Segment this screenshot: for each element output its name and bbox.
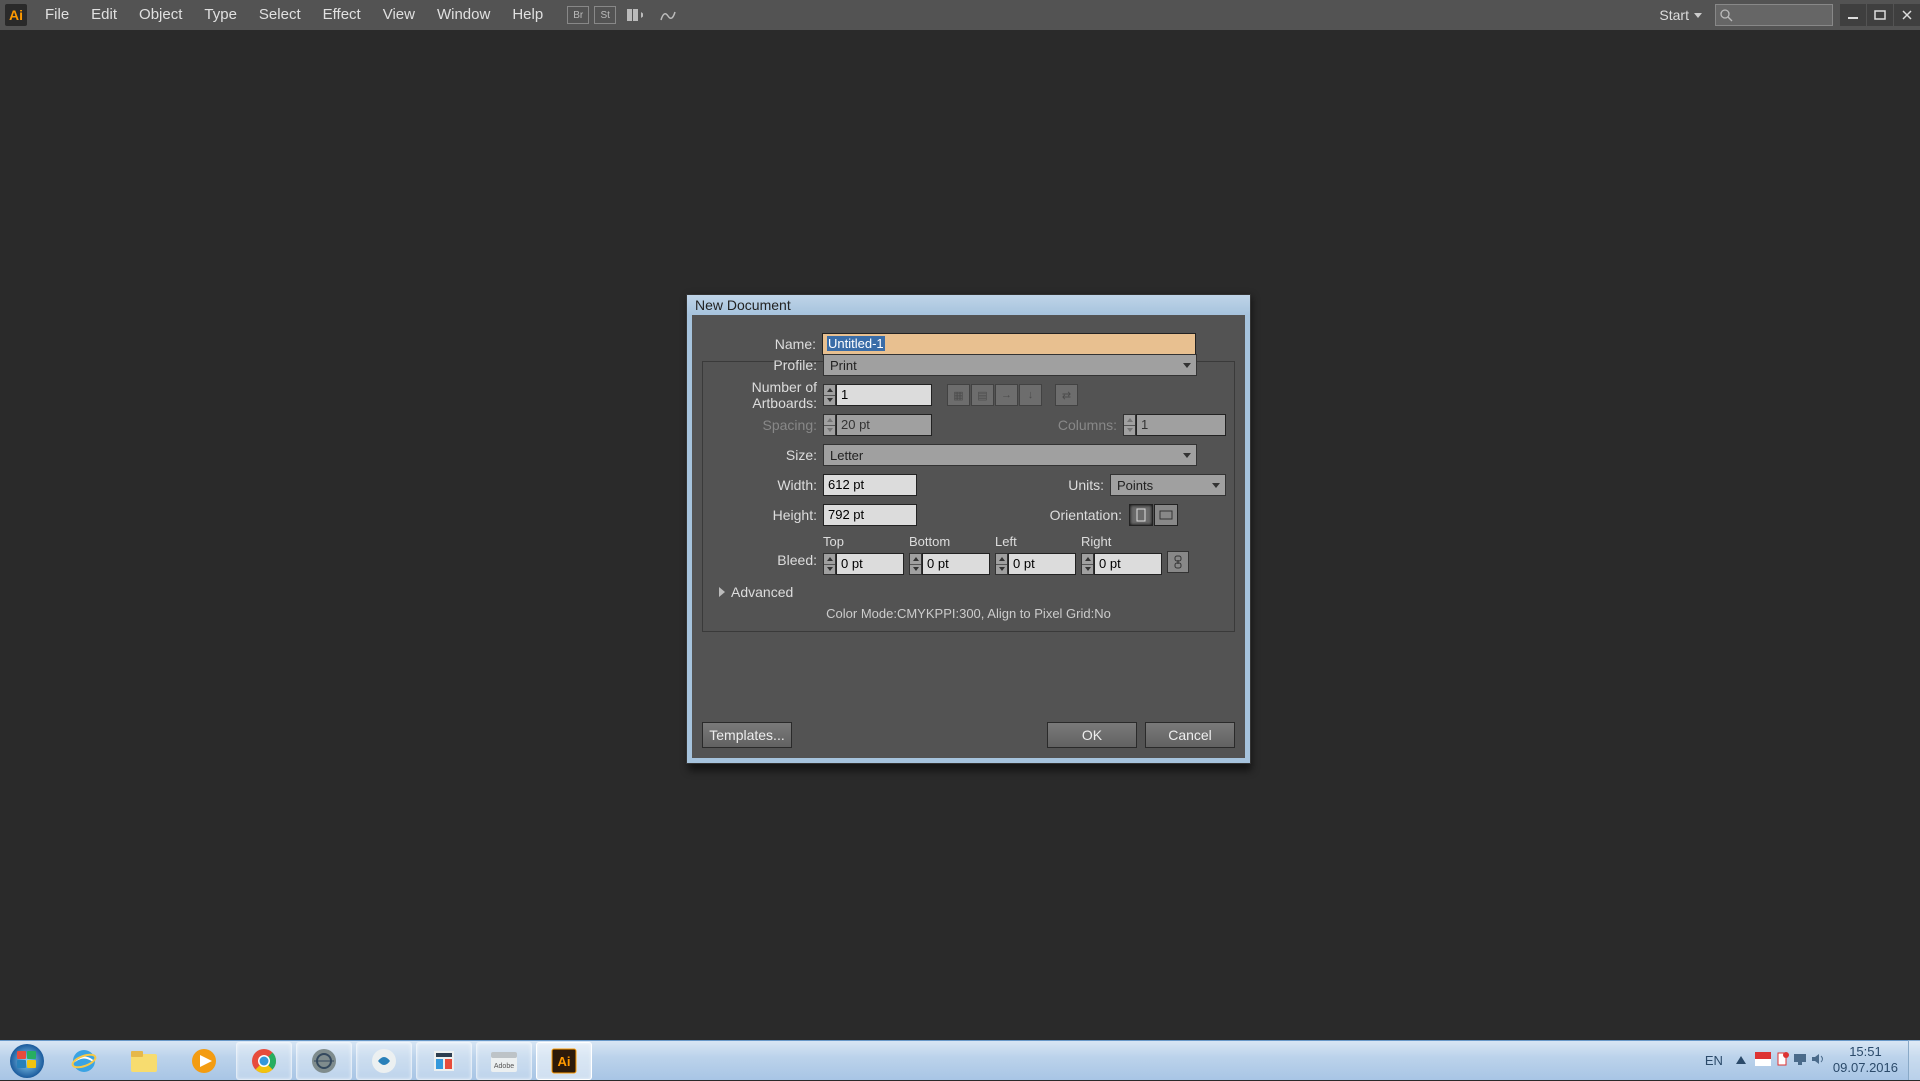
columns-label: Columns: bbox=[1057, 417, 1123, 433]
menu-help[interactable]: Help bbox=[501, 0, 554, 30]
bleed-left-spinner[interactable] bbox=[995, 553, 1008, 575]
arrange-right-icon[interactable]: → bbox=[995, 384, 1018, 406]
menu-select[interactable]: Select bbox=[248, 0, 312, 30]
taskbar: Adobe Ai EN 15:51 09.07.2016 bbox=[0, 1040, 1920, 1080]
show-desktop-button[interactable] bbox=[1908, 1040, 1920, 1080]
menu-effect[interactable]: Effect bbox=[312, 0, 372, 30]
clock[interactable]: 15:51 09.07.2016 bbox=[1833, 1044, 1898, 1075]
arrange-docs-icon[interactable] bbox=[621, 5, 649, 25]
close-button[interactable] bbox=[1894, 4, 1920, 26]
mode-info: Color Mode:CMYKPPI:300, Align to Pixel G… bbox=[711, 606, 1226, 621]
show-hidden-icons[interactable] bbox=[1733, 1052, 1749, 1068]
taskbar-media-player[interactable] bbox=[176, 1042, 232, 1080]
dialog-title: New Document bbox=[687, 295, 1250, 315]
profile-label: Profile: bbox=[711, 357, 823, 373]
templates-button[interactable]: Templates... bbox=[702, 722, 792, 748]
size-label: Size: bbox=[711, 447, 823, 463]
bleed-top-spinner[interactable] bbox=[823, 553, 836, 575]
name-label: Name: bbox=[700, 336, 822, 352]
name-input[interactable]: Untitled-1 bbox=[822, 333, 1196, 355]
menu-type[interactable]: Type bbox=[193, 0, 248, 30]
app-logo: Ai bbox=[5, 4, 27, 26]
units-dropdown[interactable]: Points bbox=[1110, 474, 1226, 496]
minimize-button[interactable] bbox=[1840, 4, 1866, 26]
size-dropdown[interactable]: Letter bbox=[823, 444, 1197, 466]
width-input[interactable]: 612 pt bbox=[823, 474, 917, 496]
bleed-top-label: Top bbox=[823, 534, 904, 549]
bleed-bottom-label: Bottom bbox=[909, 534, 990, 549]
taskbar-app-1[interactable] bbox=[296, 1042, 352, 1080]
taskbar-app-2[interactable] bbox=[356, 1042, 412, 1080]
bleed-right-spinner[interactable] bbox=[1081, 553, 1094, 575]
orientation-landscape-button[interactable] bbox=[1154, 504, 1178, 526]
start-button[interactable] bbox=[0, 1041, 54, 1081]
menu-view[interactable]: View bbox=[372, 0, 426, 30]
bleed-bottom-input[interactable]: 0 pt bbox=[922, 553, 990, 575]
bridge-icon[interactable]: Br bbox=[567, 6, 589, 24]
svg-text:Adobe: Adobe bbox=[494, 1063, 514, 1070]
height-input[interactable]: 792 pt bbox=[823, 504, 917, 526]
taskbar-illustrator[interactable]: Ai bbox=[536, 1042, 592, 1080]
artboards-label: Number of Artboards: bbox=[711, 379, 823, 411]
spacing-label: Spacing: bbox=[711, 417, 823, 433]
search-icon bbox=[1719, 8, 1733, 22]
profile-dropdown[interactable]: Print bbox=[823, 354, 1197, 376]
menubar: Ai File Edit Object Type Select Effect V… bbox=[0, 0, 1920, 30]
arrange-down-icon[interactable]: ↓ bbox=[1019, 384, 1042, 406]
bleed-right-input[interactable]: 0 pt bbox=[1094, 553, 1162, 575]
bleed-label: Bleed: bbox=[711, 552, 823, 568]
artboards-spinner[interactable] bbox=[823, 384, 836, 406]
columns-input: 1 bbox=[1136, 414, 1226, 436]
taskbar-app-3[interactable] bbox=[416, 1042, 472, 1080]
gpu-perf-icon[interactable] bbox=[654, 5, 682, 25]
maximize-button[interactable] bbox=[1867, 4, 1893, 26]
new-document-dialog: New Document Name: Untitled-1 Profile: P… bbox=[686, 294, 1251, 764]
height-label: Height: bbox=[711, 507, 823, 523]
menu-file[interactable]: File bbox=[34, 0, 80, 30]
grid-by-row-icon[interactable]: ▦ bbox=[947, 384, 970, 406]
columns-spinner bbox=[1123, 414, 1136, 436]
search-input[interactable] bbox=[1715, 4, 1833, 26]
link-bleed-button[interactable] bbox=[1167, 551, 1189, 573]
grid-by-col-icon[interactable]: ▤ bbox=[971, 384, 994, 406]
tray-network-icon[interactable] bbox=[1793, 1052, 1807, 1069]
taskbar-ie[interactable] bbox=[56, 1042, 112, 1080]
menu-edit[interactable]: Edit bbox=[80, 0, 128, 30]
orientation-label: Orientation: bbox=[1042, 507, 1128, 523]
stock-icon[interactable]: St bbox=[594, 6, 616, 24]
workspace-switcher[interactable]: Start bbox=[1651, 7, 1710, 23]
svg-text:Ai: Ai bbox=[558, 1054, 571, 1069]
rtl-arrange-icon[interactable]: ⇄ bbox=[1055, 384, 1078, 406]
spacing-spinner bbox=[823, 414, 836, 436]
top-right-controls: Start bbox=[1651, 0, 1920, 30]
units-label: Units: bbox=[1060, 477, 1110, 493]
orientation-portrait-button[interactable] bbox=[1129, 504, 1153, 526]
ok-button[interactable]: OK bbox=[1047, 722, 1137, 748]
tray-volume-icon[interactable] bbox=[1811, 1052, 1825, 1069]
advanced-toggle[interactable]: Advanced bbox=[719, 584, 1226, 600]
bleed-right-label: Right bbox=[1081, 534, 1162, 549]
bleed-left-label: Left bbox=[995, 534, 1076, 549]
width-label: Width: bbox=[711, 477, 823, 493]
language-indicator[interactable]: EN bbox=[1705, 1053, 1723, 1068]
spacing-input: 20 pt bbox=[836, 414, 932, 436]
cancel-button[interactable]: Cancel bbox=[1145, 722, 1235, 748]
menu-window[interactable]: Window bbox=[426, 0, 501, 30]
tray-action-center-icon[interactable] bbox=[1775, 1052, 1789, 1069]
artboards-input[interactable]: 1 bbox=[836, 384, 932, 406]
chevron-right-icon bbox=[719, 587, 725, 597]
bleed-top-input[interactable]: 0 pt bbox=[836, 553, 904, 575]
taskbar-explorer[interactable] bbox=[116, 1042, 172, 1080]
bleed-left-input[interactable]: 0 pt bbox=[1008, 553, 1076, 575]
bleed-bottom-spinner[interactable] bbox=[909, 553, 922, 575]
taskbar-app-4[interactable]: Adobe bbox=[476, 1042, 532, 1080]
tray-flag-icon[interactable] bbox=[1755, 1052, 1771, 1069]
taskbar-chrome[interactable] bbox=[236, 1042, 292, 1080]
menu-object[interactable]: Object bbox=[128, 0, 193, 30]
system-tray: EN 15:51 09.07.2016 bbox=[1705, 1040, 1920, 1080]
